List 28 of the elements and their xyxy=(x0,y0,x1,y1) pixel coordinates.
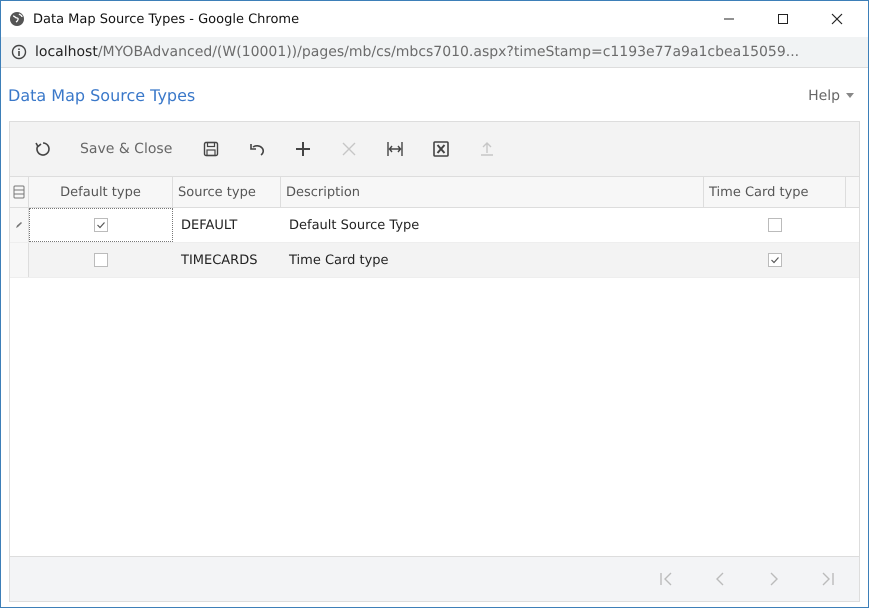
column-settings-icon[interactable] xyxy=(13,185,25,199)
column-header[interactable]: Source type xyxy=(173,177,281,207)
checkbox[interactable] xyxy=(768,218,782,232)
maximize-icon xyxy=(777,13,789,25)
check-icon xyxy=(770,255,780,265)
page-title: Data Map Source Types xyxy=(8,86,196,105)
checkbox[interactable] xyxy=(768,253,782,267)
close-icon xyxy=(831,13,843,25)
column-header[interactable]: Default type xyxy=(29,177,173,207)
pencil-icon xyxy=(15,221,23,229)
table-cell-text: TIMECARDS xyxy=(180,252,258,270)
checkbox[interactable] xyxy=(94,218,108,232)
column-header[interactable]: Time Card type xyxy=(704,177,846,207)
table-cell-text: Time Card type xyxy=(288,252,390,270)
caret-icon xyxy=(846,93,854,98)
column-header[interactable]: Description xyxy=(281,177,704,207)
checkbox[interactable] xyxy=(94,253,108,267)
check-icon xyxy=(96,220,106,230)
spreadsheet-icon xyxy=(431,139,452,159)
globe-icon xyxy=(9,11,25,27)
window-title: Data Map Source Types - Google Chrome xyxy=(33,12,300,26)
info-icon[interactable] xyxy=(11,44,27,60)
fit-width-icon xyxy=(385,139,406,159)
help-menu[interactable]: Help xyxy=(808,88,854,104)
focused-cell[interactable] xyxy=(29,208,173,242)
table-cell-text: Default Source Type xyxy=(288,216,420,234)
save-close-button[interactable]: Save & Close xyxy=(70,132,182,166)
table-cell-text: DEFAULT xyxy=(180,216,238,234)
